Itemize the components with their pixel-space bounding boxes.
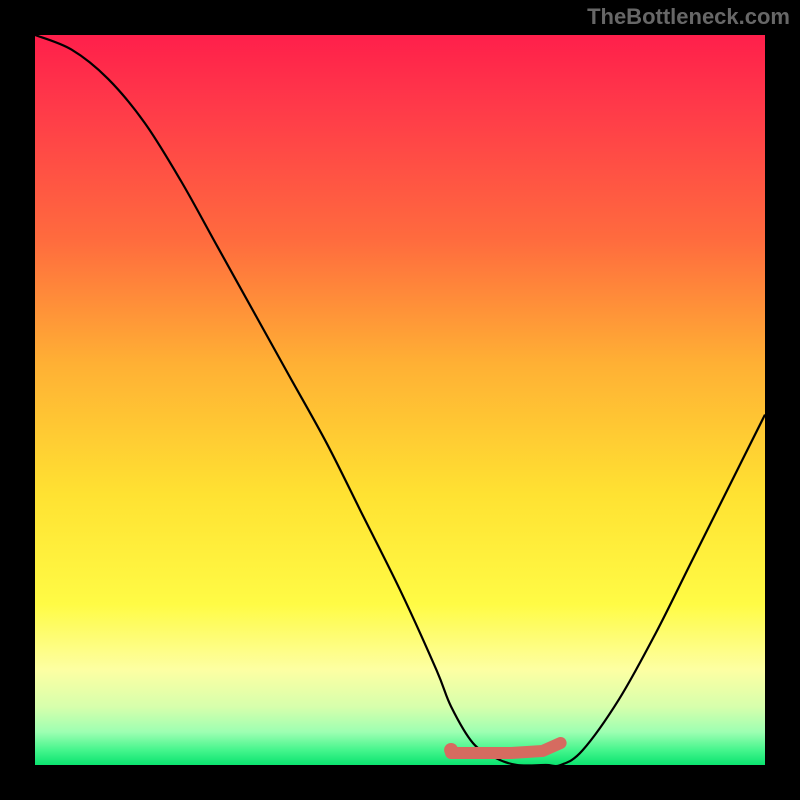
- chart-frame: TheBottleneck.com: [0, 0, 800, 800]
- optimal-range-marker: [451, 743, 560, 753]
- watermark-text: TheBottleneck.com: [587, 4, 790, 30]
- plot-area: [35, 35, 765, 765]
- optimal-range-start-dot: [444, 743, 458, 757]
- curve-svg: [35, 35, 765, 765]
- bottleneck-curve-path: [35, 35, 765, 765]
